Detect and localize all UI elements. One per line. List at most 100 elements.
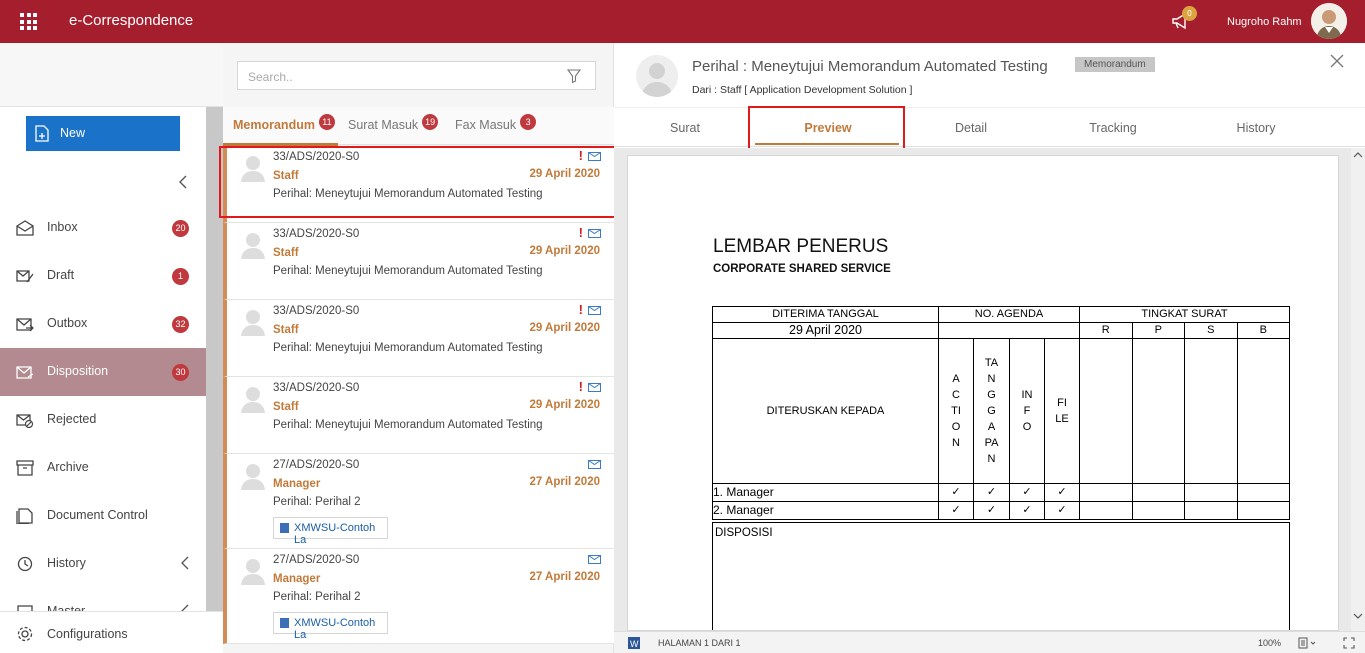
- sidebar: New Correspondence Inbox 20 Draft 1 Outb…: [0, 43, 223, 653]
- sidebar-item-label: History: [47, 556, 86, 570]
- level-b: B: [1236, 322, 1290, 339]
- level-header: TINGKAT SURAT: [1079, 306, 1290, 323]
- preview-tab-highlight: [748, 106, 905, 150]
- word-file-icon: [280, 618, 289, 628]
- type-badge: Memorandum: [1075, 57, 1155, 72]
- filter-icon[interactable]: [567, 69, 581, 83]
- view-mode-icon[interactable]: [1298, 637, 1318, 649]
- sidebar-item-label: Draft: [47, 268, 75, 282]
- scroll-up-icon[interactable]: [1351, 149, 1365, 161]
- configurations-item[interactable]: Configurations: [0, 611, 223, 653]
- sidebar-item-draft[interactable]: Draft 1: [0, 252, 206, 300]
- level-cell: [1184, 483, 1238, 502]
- search-input[interactable]: Search..: [237, 61, 596, 90]
- document-subheading: CORPORATE SHARED SERVICE: [713, 263, 891, 275]
- item-date: 29 April 2020: [529, 245, 600, 257]
- check-mark: ✓: [1044, 501, 1080, 520]
- sidebar-item-label: Inbox: [47, 220, 78, 234]
- item-number: 33/ADS/2020-S0: [273, 228, 360, 240]
- item-sender: Staff: [273, 324, 299, 336]
- detail-tabs: Surat Preview Detail Tracking History: [614, 107, 1365, 147]
- forward-sheet-table: DITERIMA TANGGAL NO. AGENDA TINGKAT SURA…: [712, 306, 1290, 520]
- item-number: 27/ADS/2020-S0: [273, 459, 360, 471]
- scroll-down-icon[interactable]: [1351, 610, 1365, 622]
- important-icon: !: [578, 379, 583, 394]
- document-control-icon: [16, 508, 33, 524]
- sender-avatar-icon: [241, 310, 265, 336]
- tab-label: Fax Masuk: [455, 118, 517, 132]
- envelope-icon: [588, 306, 601, 315]
- tab-label: Surat Masuk: [348, 118, 419, 132]
- item-sender: Staff: [273, 401, 299, 413]
- sidebar-item-archive[interactable]: Archive: [0, 444, 206, 492]
- sidebar-item-label: Archive: [47, 460, 89, 474]
- attachment-chip[interactable]: XMWSU-Contoh La: [273, 612, 388, 641]
- archive-icon: [16, 460, 34, 476]
- level-cell: [1079, 338, 1133, 484]
- tanggapan-header: TANGGAPAN: [973, 338, 1010, 484]
- item-sender: Manager: [273, 478, 321, 490]
- item-subject: Perihal: Meneytujui Memorandum Automated…: [273, 265, 543, 277]
- user-avatar[interactable]: [1311, 3, 1347, 39]
- list-item[interactable]: 27/ADS/2020-S0 Manager 27 April 2020 Per…: [223, 549, 614, 644]
- tab-history[interactable]: History: [1206, 121, 1306, 135]
- level-cell: [1184, 338, 1238, 484]
- sidebar-item-history[interactable]: History: [0, 540, 206, 588]
- tanggapan-label: TANGGAPAN: [984, 357, 999, 465]
- item-date: 29 April 2020: [529, 399, 600, 411]
- sidebar-item-rejected[interactable]: Rejected: [0, 396, 206, 444]
- svg-text:W: W: [630, 639, 639, 649]
- close-icon[interactable]: [1330, 54, 1344, 68]
- tab-count-badge: 19: [422, 114, 439, 130]
- tab-label: Memorandum: [233, 118, 315, 132]
- list-item[interactable]: 27/ADS/2020-S0 Manager 27 April 2020 Per…: [223, 454, 614, 549]
- list-item[interactable]: 33/ADS/2020-S0 ! Staff 29 April 2020 Per…: [223, 377, 614, 454]
- tab-fax-masuk[interactable]: Fax Masuk 3: [455, 114, 537, 132]
- document-viewer[interactable]: LEMBAR PENERUS CORPORATE SHARED SERVICE …: [614, 148, 1365, 631]
- viewer-scrollbar[interactable]: [1351, 148, 1365, 631]
- level-cell: [1236, 483, 1290, 502]
- level-cell: [1131, 483, 1185, 502]
- item-sender: Manager: [273, 573, 321, 585]
- rejected-icon: [16, 414, 34, 428]
- sender-avatar: [636, 55, 678, 97]
- tab-count-badge: 3: [520, 114, 537, 130]
- zoom-level[interactable]: 100%: [1258, 638, 1281, 648]
- item-number: 33/ADS/2020-S0: [273, 305, 360, 317]
- sidebar-item-inbox[interactable]: Inbox 20: [0, 204, 206, 252]
- sidebar-item-document-control[interactable]: Document Control: [0, 492, 206, 540]
- tab-surat[interactable]: Surat: [635, 121, 735, 135]
- item-sender: Staff: [273, 247, 299, 259]
- gear-icon: [17, 626, 33, 642]
- new-document-icon: [35, 125, 49, 142]
- notification-badge: 0: [1182, 6, 1197, 21]
- app-grid-icon[interactable]: [20, 13, 37, 30]
- user-name[interactable]: Nugroho Rahm: [1227, 16, 1302, 28]
- tab-memorandum[interactable]: Memorandum 11: [233, 114, 335, 132]
- tab-count-badge: 11: [318, 114, 335, 130]
- sidebar-item-disposition[interactable]: Disposition 30: [0, 348, 206, 396]
- list-item[interactable]: 33/ADS/2020-S0 ! Staff 29 April 2020 Per…: [223, 300, 614, 377]
- sidebar-item-outbox[interactable]: Outbox 32: [0, 300, 206, 348]
- check-mark: ✓: [1009, 501, 1045, 520]
- viewer-status-bar: W HALAMAN 1 DARI 1 100%: [614, 631, 1365, 653]
- item-subject: Perihal: Meneytujui Memorandum Automated…: [273, 419, 543, 431]
- tab-tracking[interactable]: Tracking: [1063, 121, 1163, 135]
- item-number: 27/ADS/2020-S0: [273, 554, 360, 566]
- action-header: ACTION: [938, 338, 974, 484]
- attachment-chip[interactable]: XMWSU-Contoh La: [273, 517, 388, 546]
- word-file-icon: [280, 523, 289, 533]
- list-item[interactable]: 33/ADS/2020-S0 ! Staff 29 April 2020 Per…: [223, 223, 614, 300]
- level-cell: [1079, 501, 1133, 520]
- correspondence-list-panel: Search.. Memorandum 11 Surat Masuk 19 Fax …: [223, 43, 614, 653]
- item-subject: Perihal: Perihal 2: [273, 591, 361, 603]
- sidebar-item-label: Document Control: [47, 508, 148, 522]
- fullscreen-icon[interactable]: [1343, 637, 1355, 649]
- tab-surat-masuk[interactable]: Surat Masuk 19: [348, 114, 439, 132]
- inbox-count-badge: 20: [172, 220, 189, 237]
- level-cell: [1184, 501, 1238, 520]
- check-mark: ✓: [1009, 483, 1045, 502]
- collapse-sidebar-icon[interactable]: [177, 174, 189, 190]
- tab-detail[interactable]: Detail: [921, 121, 1021, 135]
- new-correspondence-button[interactable]: New Correspondence: [26, 116, 180, 175]
